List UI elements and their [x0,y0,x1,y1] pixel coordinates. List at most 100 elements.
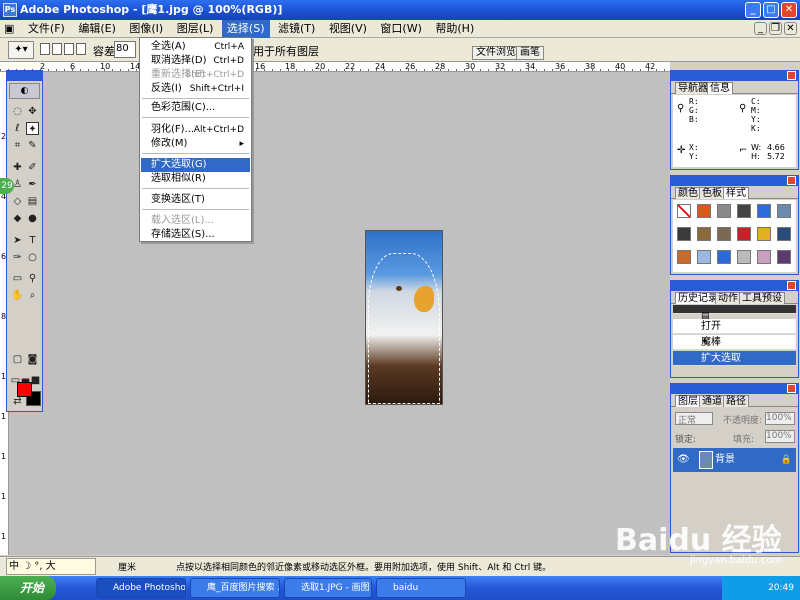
menu-item-grow[interactable]: 扩大选取(G) [141,158,250,172]
eyedropper-tool-icon[interactable]: ⚲ [26,272,39,285]
tab-color[interactable]: 颜色 [675,187,701,199]
menu-window[interactable]: 窗口(W) [375,20,426,38]
doc-restore-button[interactable]: ❐ [769,22,782,35]
close-button[interactable]: ✕ [781,2,797,18]
fill-input[interactable]: 100% [765,430,795,443]
subtract-selection-icon[interactable] [64,43,74,55]
hand-tool-icon[interactable]: ✋ [11,289,24,302]
panel-close-icon[interactable] [787,384,796,393]
tab-info[interactable]: 信息 [707,82,733,94]
menu-item-similar[interactable]: 选取相似(R) [141,172,250,186]
gradient-tool-icon[interactable]: ▤ [26,195,39,208]
style-swatch[interactable] [737,250,751,264]
toolbox-titlebar[interactable] [7,71,42,81]
notes-tool-icon[interactable]: ▭ [11,272,24,285]
brushes-tab[interactable]: 画笔 [516,46,544,60]
doc-close-button[interactable]: ✕ [784,22,797,35]
style-swatch[interactable] [697,204,711,218]
tab-styles[interactable]: 样式 [723,187,749,199]
menu-image[interactable]: 图像(I) [124,20,168,38]
task-photoshop[interactable]: Adobe Photoshop ... [96,578,186,598]
tab-layers[interactable]: 图层 [675,395,701,407]
sample-all-layers-label[interactable]: 用于所有图层 [253,43,319,59]
menu-item-save-selection[interactable]: 存储选区(S)... [141,228,250,242]
menu-item-modify[interactable]: 修改(M) ▸ [141,137,250,151]
style-swatch[interactable] [677,204,691,218]
tab-channels[interactable]: 通道 [699,395,725,407]
screen-mode-full-icon[interactable]: ■ [29,374,42,387]
marquee-tool-icon[interactable]: ◌ [11,105,24,118]
blend-mode-select[interactable]: 正常 [675,412,713,426]
history-row-magic-wand[interactable]: 魔棒 [673,335,796,350]
style-swatch[interactable] [677,250,691,264]
task-baidu-image-search[interactable]: 鹰_百度图片搜索 ... [190,578,280,598]
standard-mode-icon[interactable]: ▢ [11,353,24,366]
layer-row-background[interactable]: 背景 👁 🔒 [673,448,796,472]
tolerance-input[interactable]: 80 [114,41,136,58]
quickmask-mode-icon[interactable]: ◙ [26,353,39,366]
tab-paths[interactable]: 路径 [723,395,749,407]
tab-navigator[interactable]: 导航器 [675,82,711,94]
panel-close-icon[interactable] [787,281,796,290]
history-snapshot[interactable] [673,305,796,314]
add-selection-icon[interactable] [52,43,62,55]
menu-file[interactable]: 文件(F) [23,20,70,38]
magic-wand-preset-icon[interactable]: ✦▾ [8,41,34,59]
eagle-image-document[interactable] [365,230,443,405]
menu-view[interactable]: 视图(V) [324,20,372,38]
panel-titlebar[interactable] [671,176,798,186]
style-swatch[interactable] [777,227,791,241]
maximize-button[interactable]: □ [763,2,779,18]
pen-tool-icon[interactable]: ✑ [11,251,24,264]
menu-item-feather[interactable]: 羽化(F)... Alt+Ctrl+D [141,123,250,137]
lasso-tool-icon[interactable]: ℓ [11,122,24,135]
ime-toolbar[interactable]: 中 ☽ °, 大 [6,558,96,575]
path-select-icon[interactable]: ➤ [11,234,24,247]
history-row-grow[interactable]: 扩大选取 [673,351,796,366]
magic-wand-tool-icon[interactable]: ✦ [26,122,39,135]
style-swatch[interactable] [757,227,771,241]
style-swatch[interactable] [737,227,751,241]
panel-close-icon[interactable] [787,71,796,80]
style-swatch[interactable] [717,250,731,264]
style-swatch[interactable] [757,204,771,218]
menu-item-deselect[interactable]: 取消选择(D) Ctrl+D [141,54,250,68]
panel-titlebar[interactable] [671,384,798,394]
doc-minimize-button[interactable]: _ [754,22,767,35]
menu-item-inverse[interactable]: 反选(I) Shift+Ctrl+I [141,82,250,96]
menu-select[interactable]: 选择(S) [221,20,270,38]
slice-tool-icon[interactable]: ✎ [26,139,39,152]
new-selection-icon[interactable] [40,43,50,55]
zoom-tool-icon[interactable]: ⌕ [26,289,39,302]
menu-edit[interactable]: 编辑(E) [73,20,121,38]
start-button[interactable]: 开始 [0,576,56,600]
eye-visibility-icon[interactable]: 👁 [677,448,690,472]
dodge-tool-icon[interactable]: ● [26,212,39,225]
style-swatch[interactable] [717,227,731,241]
history-brush-icon[interactable]: ✒ [26,178,39,191]
shape-tool-icon[interactable]: ○ [26,251,39,264]
tab-tool-presets[interactable]: 工具预设 [739,292,785,304]
healing-brush-icon[interactable]: ✚ [11,161,24,174]
style-swatch[interactable] [717,204,731,218]
style-swatch[interactable] [697,227,711,241]
menu-item-color-range[interactable]: 色彩范围(C)... [141,101,250,115]
style-swatch[interactable] [777,250,791,264]
style-swatch[interactable] [777,204,791,218]
menu-layer[interactable]: 图层(L) [172,20,219,38]
doc-menu-icon[interactable]: ▣ [0,20,19,38]
brush-tool-icon[interactable]: ✐ [26,161,39,174]
jump-to-imageready-icon[interactable]: ⇄ [11,395,24,408]
crop-tool-icon[interactable]: ⌗ [11,139,24,152]
task-baidu-folder[interactable]: baidu [376,578,466,598]
minimize-button[interactable]: _ [745,2,761,18]
tab-actions[interactable]: 动作 [715,292,741,304]
intersect-selection-icon[interactable] [76,43,86,55]
style-swatch[interactable] [697,250,711,264]
menu-item-transform-selection[interactable]: 变换选区(T) [141,193,250,207]
tab-swatches[interactable]: 色板 [699,187,725,199]
panel-close-icon[interactable] [787,176,796,185]
blur-tool-icon[interactable]: ◆ [11,212,24,225]
menu-item-select-all[interactable]: 全选(A) Ctrl+A [141,40,250,54]
opacity-input[interactable]: 100% [765,412,795,425]
